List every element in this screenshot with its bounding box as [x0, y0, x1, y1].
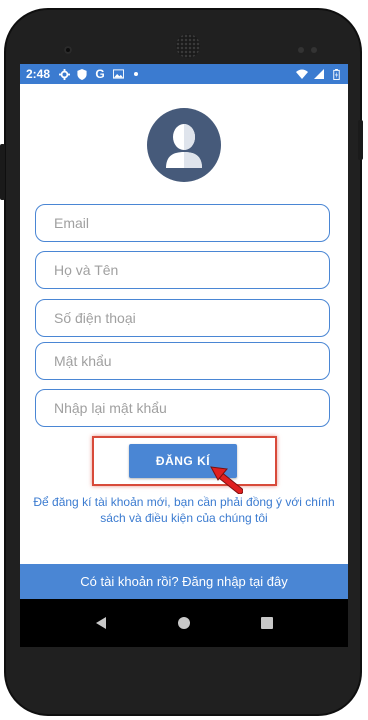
proximity-sensor — [298, 47, 304, 53]
dot-icon — [130, 68, 142, 80]
gallery-icon — [112, 68, 124, 80]
pointer-arrow-icon — [210, 466, 243, 494]
shield-icon — [76, 68, 88, 80]
status-time: 2:48 — [26, 67, 51, 81]
volume-button — [0, 144, 5, 200]
recents-icon[interactable] — [257, 613, 277, 633]
android-nav-bar — [20, 599, 348, 647]
avatar-icon — [147, 108, 221, 182]
confirm-password-field[interactable] — [35, 389, 330, 427]
wifi-icon — [296, 68, 308, 80]
light-sensor — [311, 47, 317, 53]
app-screen: 2:48 G Email Họ và Tên Số điện thoại Mật… — [20, 64, 348, 647]
login-link-bar[interactable]: Có tài khoản rồi? Đăng nhập tại đây — [20, 564, 348, 599]
terms-text[interactable]: Để đăng kí tài khoản mới, bạn cần phải đ… — [30, 494, 338, 526]
earpiece-speaker — [176, 34, 200, 58]
home-icon[interactable] — [174, 613, 194, 633]
signal-icon — [313, 68, 325, 80]
login-link-label[interactable]: Có tài khoản rồi? Đăng nhập tại đây — [80, 574, 287, 589]
phone-number-field[interactable] — [35, 299, 330, 337]
email-field[interactable] — [35, 204, 330, 242]
front-camera — [64, 46, 72, 54]
power-button — [358, 120, 363, 160]
status-bar: 2:48 G — [20, 64, 348, 84]
settings-icon — [58, 68, 70, 80]
back-icon[interactable] — [91, 613, 111, 633]
password-field[interactable] — [35, 342, 330, 380]
full-name-field[interactable] — [35, 251, 330, 289]
google-icon: G — [95, 67, 105, 81]
battery-icon — [330, 68, 342, 80]
